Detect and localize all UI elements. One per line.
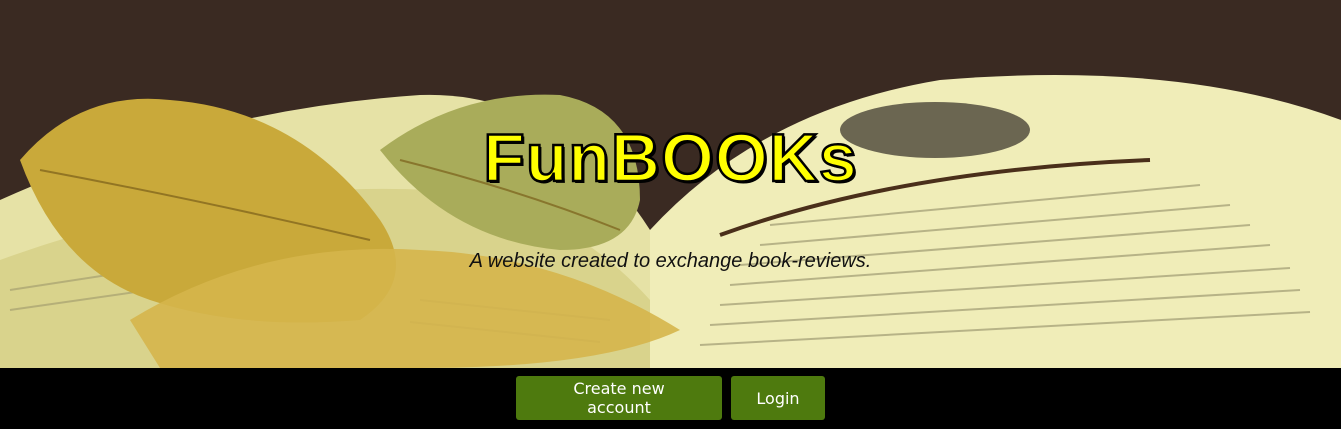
action-bar: Create new account Login — [0, 368, 1341, 429]
login-button[interactable]: Login — [731, 376, 825, 420]
site-tagline: A website created to exchange book-revie… — [469, 250, 872, 272]
site-title: FunBOOKs — [482, 119, 858, 198]
create-account-button[interactable]: Create new account — [516, 376, 722, 420]
hero-banner: FunBOOKs A website created to exchange b… — [0, 0, 1341, 368]
